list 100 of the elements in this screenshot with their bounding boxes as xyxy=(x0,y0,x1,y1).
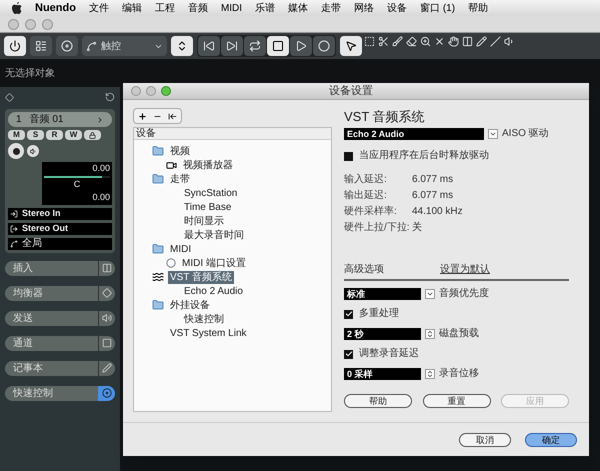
tree-item[interactable]: 视频 xyxy=(168,144,192,158)
section-button[interactable]: 记事本 xyxy=(5,360,115,376)
tree-item[interactable]: MIDI xyxy=(168,242,194,256)
loop-button[interactable] xyxy=(244,36,266,56)
mute-tool-icon[interactable] xyxy=(434,36,445,47)
pencil-tool-icon[interactable] xyxy=(476,36,487,47)
track-button[interactable]: W xyxy=(65,130,82,140)
driver-label: AISO 驱动 xyxy=(502,128,549,140)
volume-reading: 0.00 xyxy=(91,162,110,175)
power-button[interactable] xyxy=(4,36,26,56)
menu-item[interactable]: 音频 xyxy=(188,0,208,16)
layout-button[interactable] xyxy=(30,36,52,56)
skip-back-button[interactable] xyxy=(198,36,220,56)
tree-item[interactable]: VST 音频系统 xyxy=(168,270,234,284)
record-enable-button[interactable] xyxy=(8,143,24,159)
reset-icon[interactable] xyxy=(105,92,115,102)
pan-reading: C xyxy=(72,178,82,190)
track-button[interactable]: R xyxy=(46,130,63,140)
stepper-icon[interactable] xyxy=(425,329,435,339)
play-icon xyxy=(295,40,307,52)
menu-item[interactable]: 乐谱 xyxy=(255,0,276,16)
zoom-tool-icon[interactable] xyxy=(420,36,431,47)
tree-item[interactable]: 最大录音时间 xyxy=(182,228,246,242)
collapse-icon[interactable] xyxy=(168,112,177,120)
section-button[interactable]: 通道 xyxy=(5,336,115,350)
menu-item[interactable]: 设备 xyxy=(387,0,408,16)
apple-icon[interactable] xyxy=(12,2,22,14)
checkbox[interactable] xyxy=(344,310,353,318)
menu-item[interactable]: 媒体 xyxy=(288,0,308,16)
zoom-window-icon[interactable] xyxy=(161,86,171,96)
menu-item[interactable]: 窗口 (1) xyxy=(420,0,456,16)
track-number: 1 xyxy=(16,113,22,127)
option-label: 磁盘预载 xyxy=(439,328,479,340)
monitor-button[interactable] xyxy=(27,145,39,157)
tree-item[interactable]: SyncStation xyxy=(182,186,240,200)
checkbox[interactable] xyxy=(344,350,353,358)
automation-field[interactable]: 全局 xyxy=(8,238,112,250)
tree-item[interactable]: 视频播放器 xyxy=(181,158,235,172)
section-button[interactable]: 快速控制 xyxy=(5,386,115,400)
section-button[interactable]: 插入 xyxy=(5,260,115,276)
tree-item[interactable]: 时间显示 xyxy=(182,214,226,228)
menu-item[interactable]: 编辑 xyxy=(122,0,142,16)
split-tool-icon[interactable] xyxy=(462,36,473,47)
hand-tool-icon[interactable] xyxy=(448,36,459,47)
checkbox-label: 当应用程序在后台时释放驱动 xyxy=(359,150,489,162)
skip-forward-button[interactable] xyxy=(221,36,243,56)
speaker-tool-icon[interactable] xyxy=(504,36,515,47)
menu-item[interactable]: 工程 xyxy=(154,0,175,16)
menu-item[interactable]: 文件 xyxy=(88,0,109,16)
checkmark-icon xyxy=(344,350,352,358)
priority-select[interactable]: 标准 xyxy=(344,288,421,300)
line-tool-icon[interactable] xyxy=(490,36,501,47)
tree-item[interactable]: 快速控制 xyxy=(182,312,226,326)
play-button[interactable] xyxy=(290,36,312,56)
menu-item[interactable]: 网络 xyxy=(354,0,374,16)
tree-item[interactable]: Time Base xyxy=(182,200,234,214)
dialog-button[interactable]: 取消 xyxy=(459,432,511,446)
scissors-tool-icon[interactable] xyxy=(378,36,389,47)
number-field[interactable]: 0 采样 xyxy=(344,368,421,380)
section-button[interactable]: 均衡器 xyxy=(5,286,115,300)
menu-item[interactable]: 帮助 xyxy=(468,0,488,16)
tree-item[interactable]: 外挂设备 xyxy=(168,298,212,312)
range-tool-icon[interactable] xyxy=(364,36,375,47)
lock-button[interactable] xyxy=(84,130,101,140)
tree-item[interactable]: MIDI 端口设置 xyxy=(180,256,248,270)
tree-item[interactable]: 走带 xyxy=(168,172,192,186)
square-icon xyxy=(102,338,112,348)
stepper-icon[interactable] xyxy=(425,369,435,379)
dropdown-icon[interactable] xyxy=(425,289,435,299)
set-default-link[interactable]: 设置为默认 xyxy=(440,264,490,276)
delay-reading: 0.00 xyxy=(91,191,110,204)
section-button[interactable]: 发送 xyxy=(5,310,115,326)
dropdown-icon[interactable] xyxy=(488,129,498,139)
track-button[interactable]: M xyxy=(8,130,25,140)
track-button[interactable]: S xyxy=(27,130,44,140)
panel-button[interactable]: 重置 xyxy=(422,394,490,408)
driver-select[interactable]: Echo 2 Audio xyxy=(344,128,484,140)
pointer-tool-icon xyxy=(345,40,357,52)
checkbox[interactable] xyxy=(344,152,353,160)
disc-button[interactable] xyxy=(56,36,78,56)
app-menu[interactable]: Nuendo xyxy=(35,0,76,16)
number-field[interactable]: 2 秒 xyxy=(344,328,421,340)
pointer-tool-button[interactable] xyxy=(340,36,362,56)
tree-item[interactable]: Echo 2 Audio xyxy=(182,284,245,298)
menu-item[interactable]: 走带 xyxy=(321,0,342,16)
tree-item[interactable]: VST System Link xyxy=(168,326,249,340)
record-button[interactable] xyxy=(313,36,335,56)
stop-button[interactable] xyxy=(267,36,289,56)
routing-field[interactable]: Stereo Out xyxy=(8,222,112,234)
add-icon[interactable] xyxy=(138,112,147,120)
routing-field[interactable]: Stereo In xyxy=(8,208,112,220)
dialog-button[interactable]: 确定 xyxy=(525,432,577,446)
brush-tool-icon[interactable] xyxy=(392,36,403,47)
diamond-icon[interactable] xyxy=(5,92,14,102)
panel-button[interactable]: 帮助 xyxy=(344,394,412,408)
nudge-button[interactable] xyxy=(171,36,193,56)
automation-mode-select[interactable]: 触控 xyxy=(82,36,167,56)
eraser-tool-icon[interactable] xyxy=(406,36,417,47)
menu-item[interactable]: MIDI xyxy=(220,0,242,16)
track-name-field[interactable]: 1 音频 01 xyxy=(8,112,112,127)
